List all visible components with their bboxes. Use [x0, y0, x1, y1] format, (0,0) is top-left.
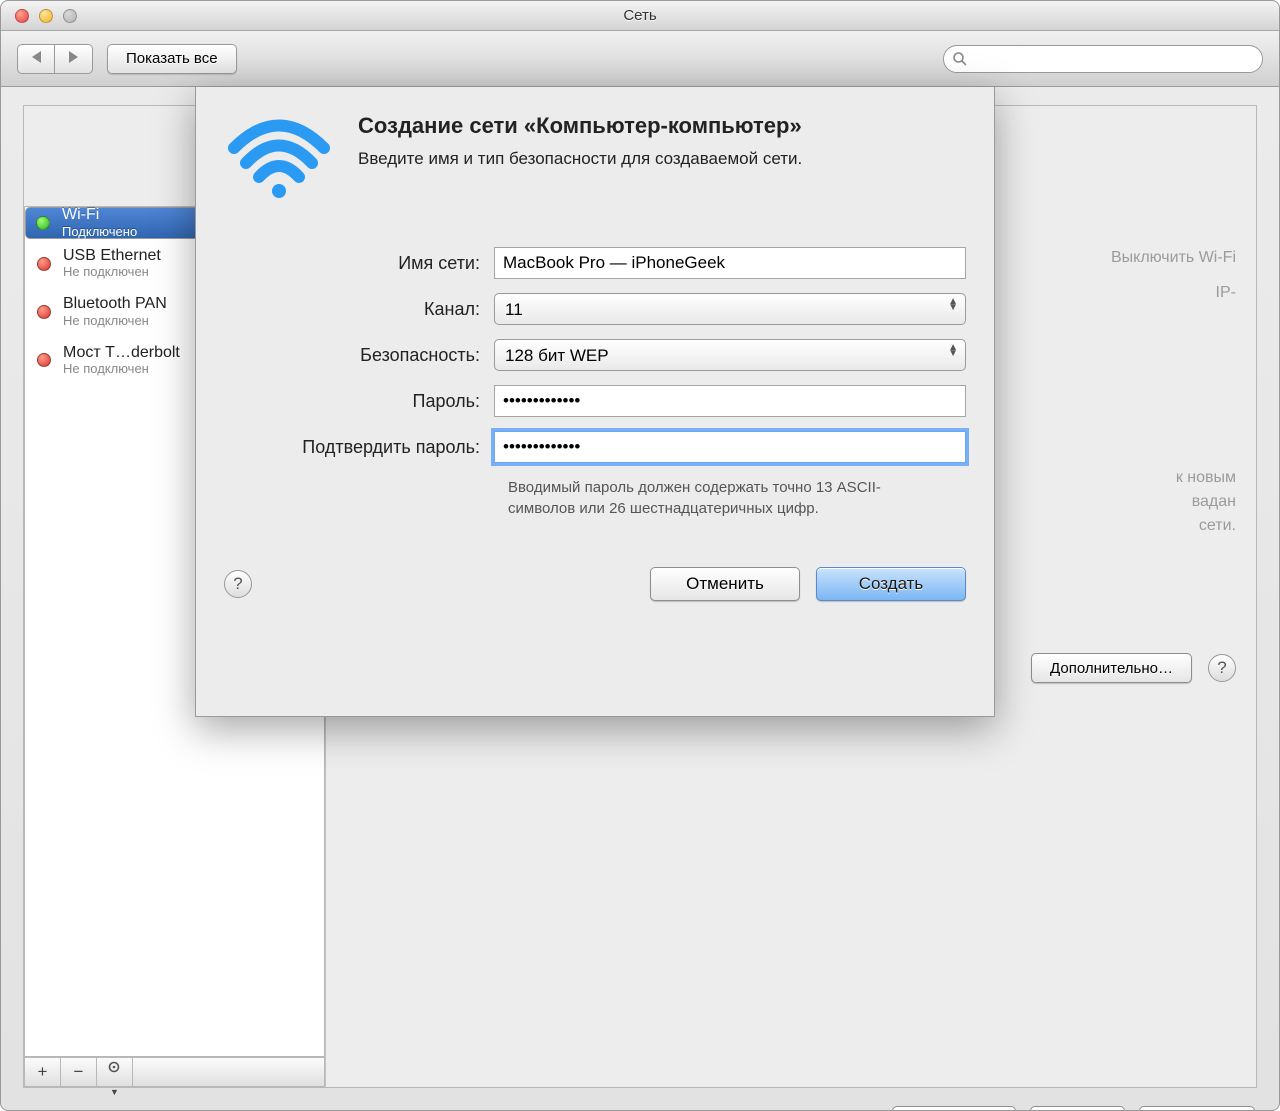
create-button[interactable]: Создать	[816, 567, 966, 601]
security-select[interactable]: 128 бит WEP	[494, 339, 966, 371]
wifi-toggle-fragment: Выключить Wi-Fi	[1111, 246, 1236, 270]
status-dot-icon	[37, 305, 51, 319]
remove-service-button[interactable]: −	[61, 1058, 97, 1086]
sidebar-item-status: Не подключен	[63, 265, 161, 280]
password-input[interactable]	[494, 385, 966, 417]
search-field-wrap[interactable]	[943, 45, 1263, 73]
sidebar-item-status: Подключено	[62, 225, 137, 240]
wifi-icon	[224, 113, 334, 207]
status-dot-icon	[37, 257, 51, 271]
sheet-footer: ? Отменить Создать	[224, 567, 966, 601]
sidebar-item-label: Мост T…derbolt	[63, 344, 180, 362]
show-all-button[interactable]: Показать все	[107, 44, 237, 74]
sidebar-footer: + − ▼	[24, 1057, 325, 1087]
toolbar: Показать все	[1, 31, 1279, 87]
network-preferences-window: Сеть Показать все Wi-Fi	[0, 0, 1280, 1111]
status-dot-icon	[37, 353, 51, 367]
sheet-subtitle: Введите имя и тип безопасности для созда…	[358, 149, 802, 169]
gear-menu-button[interactable]: ▼	[97, 1058, 133, 1086]
apply-button[interactable]: Применить	[1139, 1106, 1255, 1111]
sidebar-item-status: Не подключен	[63, 314, 167, 329]
password-hint: Вводимый пароль должен содержать точно 1…	[508, 477, 948, 519]
back-button[interactable]	[17, 44, 55, 74]
add-service-button[interactable]: +	[25, 1058, 61, 1086]
channel-label: Канал:	[224, 299, 494, 320]
footer-bar: Ассистент… Вернуть Применить	[23, 1088, 1257, 1111]
titlebar: Сеть	[1, 1, 1279, 31]
sheet-title: Создание сети «Компьютер-компьютер»	[358, 113, 802, 139]
network-name-label: Имя сети:	[224, 253, 494, 274]
ip-fragment: IP-	[1216, 281, 1236, 305]
help-button[interactable]: ?	[1208, 654, 1236, 682]
password-label: Пароль:	[224, 391, 494, 412]
sidebar-item-status: Не подключен	[63, 362, 180, 377]
forward-button[interactable]	[55, 44, 93, 74]
faded-bg-text: к новым вадан сети.	[1176, 466, 1236, 538]
security-label: Безопасность:	[224, 345, 494, 366]
confirm-password-input[interactable]	[494, 431, 966, 463]
create-network-sheet: Создание сети «Компьютер-компьютер» Введ…	[195, 87, 995, 717]
search-icon	[952, 51, 968, 67]
channel-select[interactable]: 11	[494, 293, 966, 325]
nav-segment	[17, 44, 93, 74]
sidebar-item-label: Wi-Fi	[62, 206, 137, 224]
sheet-form: Имя сети: Канал: 11 ▲▼ Безопасность: 128…	[224, 247, 966, 519]
sidebar-item-label: USB Ethernet	[63, 247, 161, 265]
sheet-help-button[interactable]: ?	[224, 570, 252, 598]
confirm-password-label: Подтвердить пароль:	[224, 437, 494, 458]
status-dot-icon	[36, 216, 50, 230]
network-name-input[interactable]	[494, 247, 966, 279]
window-title: Сеть	[1, 7, 1279, 24]
search-input[interactable]	[974, 46, 1250, 72]
sidebar-item-label: Bluetooth PAN	[63, 295, 167, 313]
gear-icon	[107, 1059, 123, 1075]
advanced-button[interactable]: Дополнительно…	[1031, 653, 1192, 683]
revert-button[interactable]: Вернуть	[1030, 1106, 1125, 1111]
cancel-button[interactable]: Отменить	[650, 567, 800, 601]
assistant-button[interactable]: Ассистент…	[892, 1106, 1016, 1111]
